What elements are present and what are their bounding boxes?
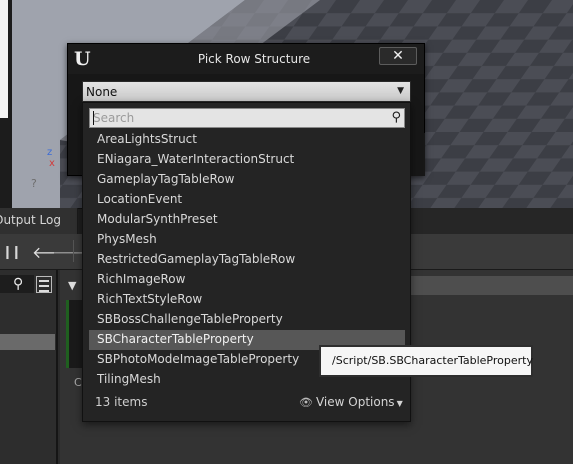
list-item[interactable]: PhysMesh bbox=[89, 230, 405, 250]
details-panel-edge bbox=[0, 0, 8, 118]
view-options-label: View Options bbox=[315, 395, 395, 409]
list-item[interactable]: RichImageRow bbox=[89, 270, 405, 290]
list-item[interactable]: AreaLightsStruct bbox=[89, 130, 405, 150]
text-caret bbox=[93, 111, 94, 125]
close-button[interactable]: ✕ bbox=[379, 47, 417, 65]
list-item[interactable]: RestrictedGameplayTagTableRow bbox=[89, 250, 405, 270]
dropdown-arrow-icon: ▼ bbox=[397, 86, 404, 96]
dialog-title: Pick Row Structure bbox=[197, 52, 311, 66]
list-item[interactable]: RichTextStyleRow bbox=[89, 290, 405, 310]
dialog-edge bbox=[411, 133, 425, 176]
axis-x-label: x bbox=[49, 158, 55, 169]
list-item[interactable]: GameplayTagTableRow bbox=[89, 170, 405, 190]
viewport-help-icon[interactable]: ? bbox=[31, 177, 43, 190]
axis-z-label: z bbox=[47, 147, 53, 158]
list-view-icon[interactable] bbox=[36, 276, 52, 293]
row-structure-combo[interactable]: None ▼ bbox=[82, 81, 411, 102]
content-path-bar[interactable] bbox=[410, 276, 573, 295]
eye-icon: 👁 bbox=[299, 396, 313, 409]
list-item[interactable]: LocationEvent bbox=[89, 190, 405, 210]
filter-icon[interactable]: ▼ bbox=[68, 279, 76, 292]
row-tooltip: /Script/SB.SBCharacterTableProperty bbox=[319, 345, 533, 377]
list-item[interactable]: SBBossChallengeTableProperty bbox=[89, 310, 405, 330]
close-icon: ✕ bbox=[392, 48, 404, 64]
sources-panel bbox=[0, 270, 58, 464]
dialog-titlebar[interactable]: U Pick Row Structure ✕ bbox=[68, 44, 424, 74]
search-box[interactable]: ⚲ bbox=[89, 108, 405, 128]
sources-row-selected[interactable] bbox=[0, 334, 55, 350]
list-item[interactable]: ModularSynthPreset bbox=[89, 210, 405, 230]
items-count: 13 items bbox=[95, 395, 148, 409]
tab-bar-right bbox=[410, 208, 573, 234]
search-icon[interactable]: ⚲ bbox=[13, 276, 23, 292]
list-item[interactable]: ENiagara_WaterInteractionStruct bbox=[89, 150, 405, 170]
pause-icon[interactable]: ❙❙ bbox=[2, 245, 22, 260]
search-input[interactable] bbox=[93, 110, 373, 126]
combo-value: None bbox=[86, 85, 118, 99]
tab-output-log[interactable]: Output Log bbox=[0, 208, 78, 234]
tab-output-log-label: Output Log bbox=[0, 213, 61, 227]
asset-thumbnail[interactable] bbox=[66, 300, 82, 368]
search-icon[interactable]: ⚲ bbox=[391, 110, 401, 125]
toolbar-divider bbox=[73, 240, 74, 262]
chevron-down-icon: ▼ bbox=[396, 399, 403, 408]
asset-thumbnail-label: C bbox=[74, 376, 82, 389]
view-options-button[interactable]: 👁 View Options ▼ bbox=[299, 395, 403, 409]
